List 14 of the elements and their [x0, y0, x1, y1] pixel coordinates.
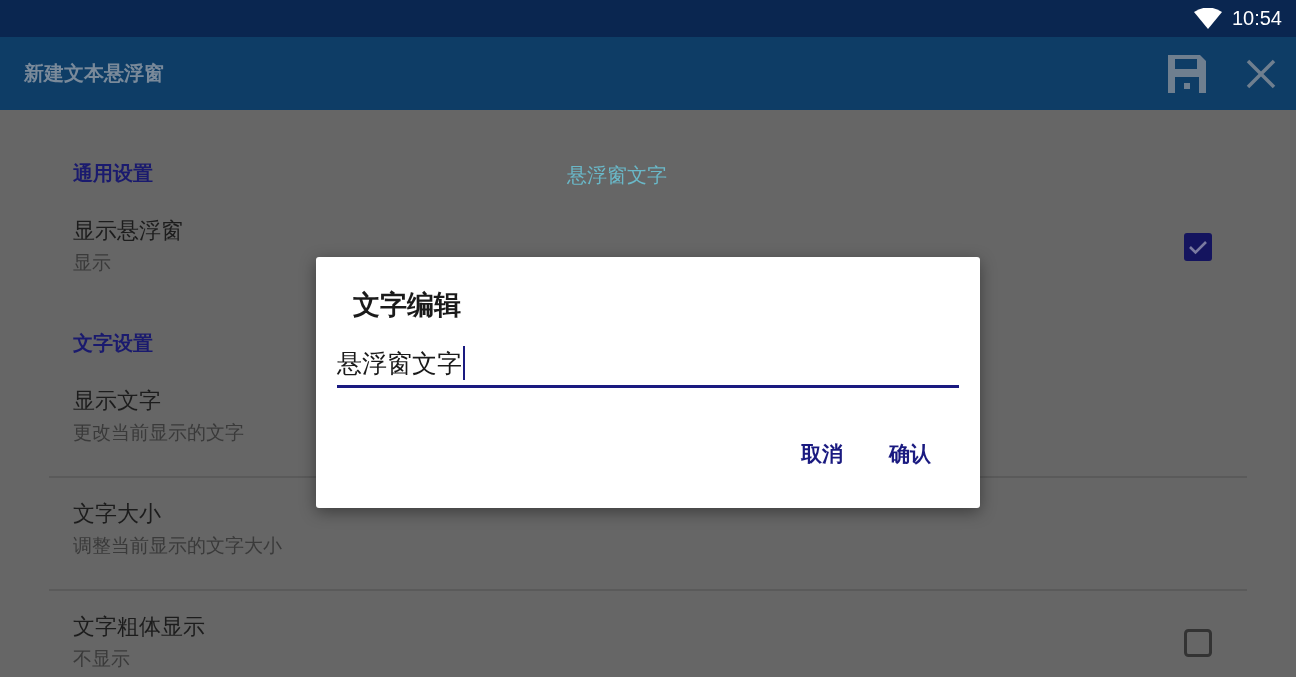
- preview-text: 悬浮窗文字: [567, 162, 667, 189]
- dialog-button[interactable]: 确认: [881, 436, 939, 472]
- save-icon[interactable]: [1166, 52, 1208, 95]
- dialog-title: 文字编辑: [352, 288, 462, 322]
- close-icon[interactable]: [1246, 58, 1276, 89]
- text-input[interactable]: 悬浮窗文字: [337, 341, 959, 388]
- checkbox[interactable]: [1184, 629, 1212, 657]
- clock-text: 10:54: [1231, 7, 1282, 30]
- checkbox[interactable]: [1184, 233, 1212, 261]
- section-header: 通用设置: [73, 160, 153, 187]
- dialog-button[interactable]: 取消: [793, 436, 851, 472]
- wifi-icon: [1193, 7, 1222, 30]
- section-header: 文字设置: [73, 330, 153, 357]
- app-title: 新建文本悬浮窗: [24, 60, 165, 87]
